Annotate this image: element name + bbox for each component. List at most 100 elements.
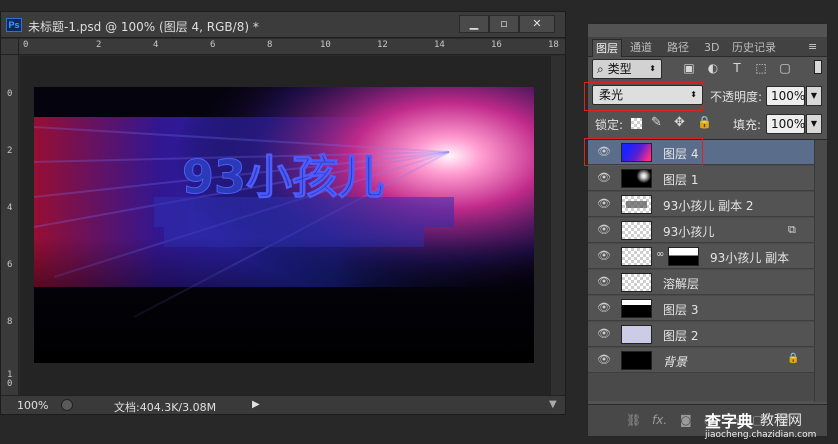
add-mask-icon[interactable]: ◙ bbox=[680, 413, 692, 427]
layer-lock-icon: 🔒 bbox=[787, 353, 800, 364]
tab-paths[interactable]: 路径 bbox=[667, 39, 689, 57]
vertical-scrollbar[interactable] bbox=[550, 56, 565, 395]
minimize-icon: ▁ bbox=[469, 17, 479, 30]
ruler-v-label: 6 bbox=[7, 260, 13, 270]
layer-thumbnail bbox=[621, 299, 652, 318]
filter-kind-value: 类型 bbox=[607, 62, 632, 76]
tab-layers[interactable]: 图层 bbox=[592, 39, 622, 57]
layer-row[interactable]: 👁 93小孩儿 ⧉ bbox=[588, 218, 814, 243]
opacity-value: 100% bbox=[771, 89, 806, 103]
panel-menu-icon[interactable]: ≡ bbox=[808, 40, 817, 53]
document-size-info: 文档:404.3K/3.08M bbox=[114, 401, 217, 414]
fx-icon[interactable]: fx. bbox=[652, 413, 667, 427]
layer-row[interactable]: 👁 背景 🔒 bbox=[588, 348, 814, 373]
zoom-level[interactable]: 100% bbox=[17, 399, 48, 412]
filter-type-icon[interactable]: T bbox=[730, 61, 744, 75]
fill-label: 填充: bbox=[733, 118, 762, 132]
document-titlebar[interactable]: Ps 未标题-1.psd @ 100% (图层 4, RGB/8) * ▁ ▫ … bbox=[1, 12, 565, 38]
filter-adjustment-icon[interactable]: ◐ bbox=[706, 61, 720, 75]
ruler-v-label: 1 0 bbox=[7, 370, 13, 389]
layer-row[interactable]: 👁 图层 2 bbox=[588, 322, 814, 347]
opacity-input[interactable]: 100% bbox=[766, 86, 805, 106]
layer-row[interactable]: 👁 图层 3 bbox=[588, 296, 814, 321]
layers-list: 👁 图层 4 👁 图层 1 👁 93小孩儿 副本 2 👁 93小孩儿 ⧉ 👁 ∞… bbox=[584, 138, 827, 402]
chevron-updown-icon: ⬍ bbox=[649, 64, 656, 73]
lock-all-icon[interactable]: 🔒 bbox=[697, 115, 712, 129]
close-icon: ✕ bbox=[532, 17, 542, 30]
fill-input[interactable]: 100% bbox=[766, 114, 805, 134]
status-arrow-icon[interactable]: ▶ bbox=[252, 399, 260, 410]
close-button[interactable]: ✕ bbox=[519, 15, 555, 33]
watermark-brand: 查字典 bbox=[705, 412, 754, 431]
ruler-h-label: 14 bbox=[434, 40, 445, 50]
layer-row[interactable]: 👁 93小孩儿 副本 2 bbox=[588, 192, 814, 217]
ruler-v-label: 2 bbox=[7, 146, 13, 156]
layers-scrollbar[interactable] bbox=[814, 140, 827, 402]
ruler-h-label: 4 bbox=[153, 40, 159, 50]
layer-row[interactable]: 👁 图层 1 bbox=[588, 166, 814, 191]
layer-mask-thumbnail[interactable] bbox=[668, 247, 699, 266]
minimize-button[interactable]: ▁ bbox=[459, 15, 489, 33]
ruler-h-label: 0 bbox=[23, 40, 29, 50]
link-layers-icon[interactable]: ⛓ bbox=[626, 413, 641, 427]
ruler-v-label: 8 bbox=[7, 317, 13, 327]
layer-name[interactable]: 93小孩儿 副本 2 bbox=[663, 197, 754, 214]
layer-name[interactable]: 93小孩儿 副本 bbox=[710, 249, 789, 266]
visibility-eye-icon[interactable]: 👁 bbox=[597, 302, 611, 314]
fill-dropdown-arrow[interactable]: ▼ bbox=[806, 114, 822, 134]
photoshop-icon: Ps bbox=[6, 18, 22, 32]
layer-thumbnail bbox=[621, 247, 652, 266]
layer-name[interactable]: 图层 2 bbox=[663, 327, 698, 344]
lock-transparency-icon[interactable] bbox=[631, 118, 642, 129]
layer-row[interactable]: 👁 溶解层 bbox=[588, 270, 814, 295]
blend-mode-value: 柔光 bbox=[599, 88, 624, 102]
visibility-eye-icon[interactable]: 👁 bbox=[597, 328, 611, 340]
status-menu-icon[interactable] bbox=[61, 399, 73, 411]
filter-smartobject-icon[interactable]: ▢ bbox=[778, 61, 792, 75]
tab-history[interactable]: 历史记录 bbox=[732, 39, 776, 57]
layer-thumbnail bbox=[621, 273, 652, 292]
vertical-ruler[interactable]: 0 2 4 6 8 1 0 bbox=[1, 55, 19, 395]
layer-name[interactable]: 溶解层 bbox=[663, 275, 699, 292]
watermark: 查字典 教程网 jiaocheng.chazidian.com bbox=[705, 408, 838, 444]
opacity-label: 不透明度: bbox=[710, 90, 763, 104]
visibility-eye-icon[interactable]: 👁 bbox=[597, 276, 611, 288]
lock-brush-icon[interactable]: ✎ bbox=[651, 115, 662, 130]
scroll-down-icon[interactable]: ▼ bbox=[549, 399, 557, 410]
filter-shape-icon[interactable]: ⬚ bbox=[754, 61, 768, 75]
fill-value: 100% bbox=[771, 117, 806, 131]
mask-link-icon[interactable]: ∞ bbox=[656, 249, 664, 260]
opacity-dropdown-arrow[interactable]: ▼ bbox=[806, 86, 822, 106]
ruler-h-label: 12 bbox=[377, 40, 388, 50]
blend-mode-dropdown[interactable]: 柔光 ⬍ bbox=[592, 85, 703, 105]
layer-name[interactable]: 93小孩儿 bbox=[663, 223, 714, 240]
tab-3d[interactable]: 3D bbox=[704, 39, 719, 57]
canvas-image[interactable]: 93小孩儿 bbox=[34, 87, 534, 363]
ruler-corner bbox=[1, 39, 19, 55]
watermark-url: jiaocheng.chazidian.com bbox=[705, 430, 817, 440]
ruler-h-label: 8 bbox=[267, 40, 273, 50]
layer-name[interactable]: 图层 3 bbox=[663, 301, 698, 318]
filter-pixel-icon[interactable]: ▣ bbox=[682, 61, 696, 75]
layer-name[interactable]: 背景 bbox=[663, 353, 687, 370]
horizontal-ruler[interactable]: 0 2 4 6 8 10 12 14 16 18 bbox=[19, 39, 565, 55]
ruler-h-label: 18 bbox=[548, 40, 559, 50]
visibility-eye-icon[interactable]: 👁 bbox=[597, 224, 611, 236]
search-icon: ⌕ bbox=[597, 62, 604, 76]
layer-row[interactable]: 👁 ∞ 93小孩儿 副本 bbox=[588, 244, 814, 269]
lock-move-icon[interactable]: ✥ bbox=[674, 115, 685, 130]
tab-channels[interactable]: 通道 bbox=[630, 39, 652, 57]
layer-name[interactable]: 图层 1 bbox=[663, 171, 698, 188]
ruler-v-label: 0 bbox=[7, 89, 13, 99]
visibility-eye-icon[interactable]: 👁 bbox=[597, 354, 611, 366]
visibility-eye-icon[interactable]: 👁 bbox=[597, 250, 611, 262]
layer-thumbnail bbox=[621, 169, 652, 188]
restore-button[interactable]: ▫ bbox=[489, 15, 519, 33]
visibility-eye-icon[interactable]: 👁 bbox=[597, 198, 611, 210]
selected-layer-highlight bbox=[584, 138, 703, 166]
layer-thumbnail bbox=[621, 325, 652, 344]
visibility-eye-icon[interactable]: 👁 bbox=[597, 172, 611, 184]
filter-kind-dropdown[interactable]: ⌕ 类型 ⬍ bbox=[592, 59, 662, 79]
filter-toggle-icon[interactable] bbox=[814, 60, 822, 74]
ruler-h-label: 16 bbox=[491, 40, 502, 50]
